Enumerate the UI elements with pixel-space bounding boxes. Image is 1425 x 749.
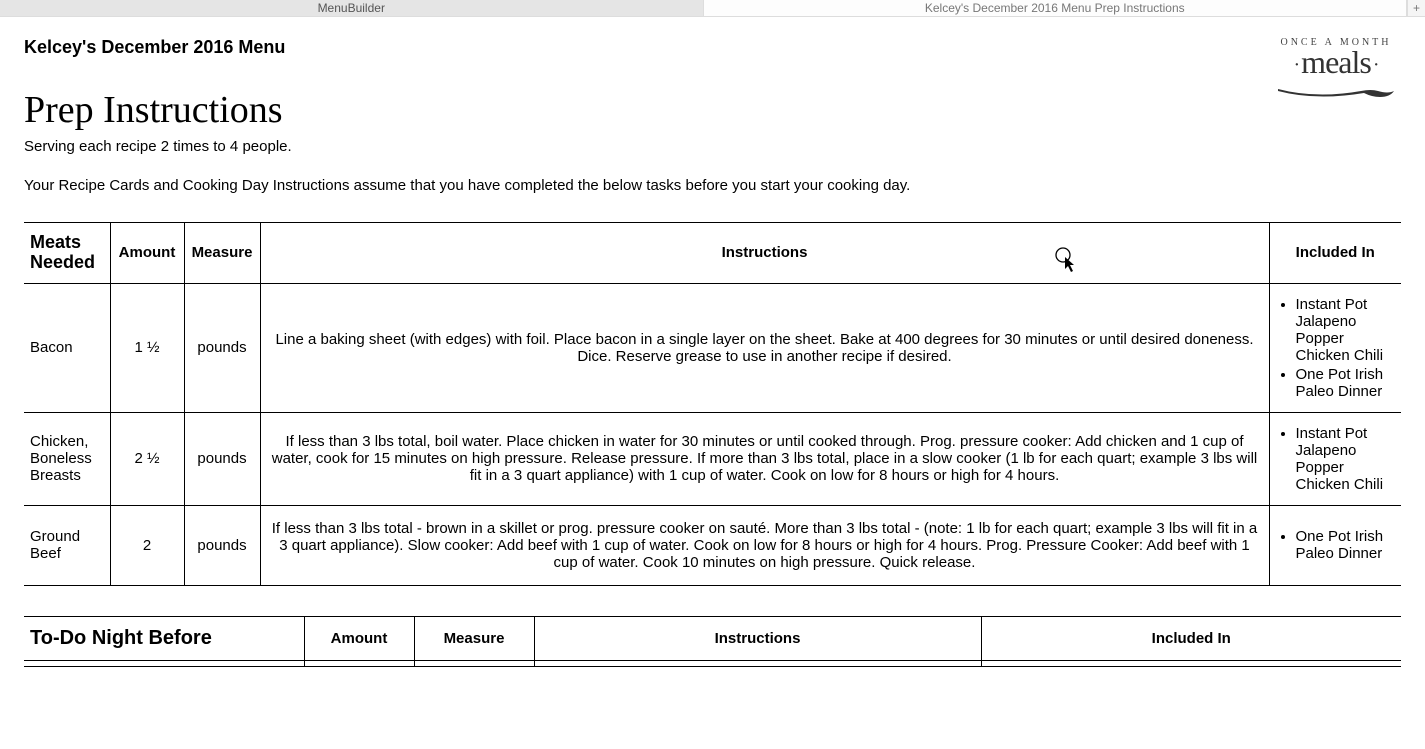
- meat-amount: 2 ½: [110, 412, 184, 505]
- table-row: Chicken, Boneless Breasts2 ½poundsIf les…: [24, 412, 1401, 505]
- page-content: ONCE A MONTH meals Kelcey's December 201…: [0, 17, 1425, 687]
- spoon-icon: [1276, 83, 1396, 101]
- tab-menubuilder[interactable]: MenuBuilder: [0, 0, 704, 16]
- todo-header-title: To-Do Night Before: [24, 616, 304, 660]
- todo-table: To-Do Night Before Amount Measure Instru…: [24, 616, 1401, 667]
- meat-instructions: Line a baking sheet (with edges) with fo…: [260, 283, 1269, 412]
- todo-empty-row: [24, 660, 1401, 666]
- tab-add-button[interactable]: +: [1407, 0, 1425, 16]
- logo-word: meals: [1271, 44, 1401, 81]
- meat-instructions: If less than 3 lbs total, boil water. Pl…: [260, 412, 1269, 505]
- meat-amount: 2: [110, 505, 184, 585]
- meats-header-included: Included In: [1269, 223, 1401, 284]
- meat-name: Ground Beef: [24, 505, 110, 585]
- intro-text: Your Recipe Cards and Cooking Day Instru…: [24, 177, 1401, 194]
- todo-header-included: Included In: [981, 616, 1401, 660]
- tab-prep-instructions[interactable]: Kelcey's December 2016 Menu Prep Instruc…: [704, 0, 1408, 16]
- included-recipe: One Pot Irish Paleo Dinner: [1296, 528, 1396, 562]
- meat-included-in: One Pot Irish Paleo Dinner: [1269, 505, 1401, 585]
- todo-header-instructions: Instructions: [534, 616, 981, 660]
- meat-measure: pounds: [184, 505, 260, 585]
- page-title: Prep Instructions: [24, 88, 1401, 132]
- meat-name: Chicken, Boneless Breasts: [24, 412, 110, 505]
- meats-header-name: Meats Needed: [24, 223, 110, 284]
- brand-logo: ONCE A MONTH meals: [1271, 37, 1401, 101]
- included-recipe: Instant Pot Jalapeno Popper Chicken Chil…: [1296, 296, 1396, 364]
- meats-header-amount: Amount: [110, 223, 184, 284]
- meat-measure: pounds: [184, 412, 260, 505]
- subtitle: Serving each recipe 2 times to 4 people.: [24, 138, 1401, 155]
- meat-amount: 1 ½: [110, 283, 184, 412]
- meat-instructions: If less than 3 lbs total - brown in a sk…: [260, 505, 1269, 585]
- meats-header-row: Meats Needed Amount Measure Instructions…: [24, 223, 1401, 284]
- meats-table: Meats Needed Amount Measure Instructions…: [24, 222, 1401, 586]
- meat-included-in: Instant Pot Jalapeno Popper Chicken Chil…: [1269, 412, 1401, 505]
- tab-bar: MenuBuilder Kelcey's December 2016 Menu …: [0, 0, 1425, 17]
- included-recipe: Instant Pot Jalapeno Popper Chicken Chil…: [1296, 425, 1396, 493]
- todo-header-row: To-Do Night Before Amount Measure Instru…: [24, 616, 1401, 660]
- todo-header-measure: Measure: [414, 616, 534, 660]
- table-row: Ground Beef2poundsIf less than 3 lbs tot…: [24, 505, 1401, 585]
- menu-title: Kelcey's December 2016 Menu: [24, 37, 1401, 58]
- table-row: Bacon1 ½poundsLine a baking sheet (with …: [24, 283, 1401, 412]
- todo-header-amount: Amount: [304, 616, 414, 660]
- meat-included-in: Instant Pot Jalapeno Popper Chicken Chil…: [1269, 283, 1401, 412]
- meats-header-measure: Measure: [184, 223, 260, 284]
- meat-name: Bacon: [24, 283, 110, 412]
- meats-header-instructions: Instructions: [260, 223, 1269, 284]
- meat-measure: pounds: [184, 283, 260, 412]
- included-recipe: One Pot Irish Paleo Dinner: [1296, 366, 1396, 400]
